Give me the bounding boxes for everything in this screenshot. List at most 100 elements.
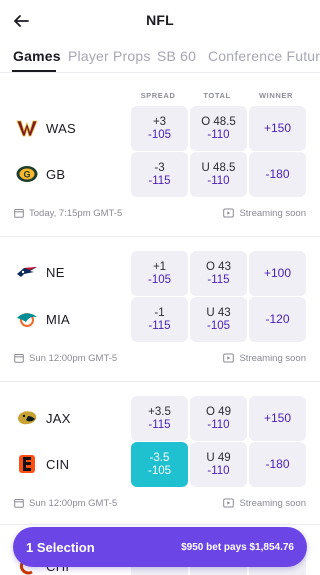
spread-line: +1: [152, 260, 167, 273]
total-button[interactable]: O 43 -115: [190, 251, 247, 296]
total-line: U 49: [206, 451, 231, 464]
moneyline-odds: +100: [263, 266, 292, 280]
bet-slip-bar[interactable]: 1 Selection $950 bet pays $1,854.76: [13, 527, 307, 567]
total-line: O 49: [206, 405, 231, 418]
streaming-status: Streaming soon: [223, 496, 306, 510]
team-row: NE: [16, 262, 65, 282]
total-odds: -110: [207, 418, 230, 431]
total-line: U 43: [206, 306, 231, 319]
spread-odds: -115: [148, 174, 171, 187]
spread-button[interactable]: -3 -115: [131, 152, 188, 197]
total-line: O 48.5: [201, 115, 236, 128]
moneyline-button[interactable]: -180: [249, 442, 306, 487]
total-odds: -110: [207, 174, 230, 187]
spread-odds: -115: [148, 418, 171, 431]
team-name: CIN: [46, 456, 70, 472]
streaming-status: Streaming soon: [223, 351, 306, 365]
game-time-text: Today, 7:15pm GMT-5: [29, 207, 123, 219]
market-column-headers: SPREAD TOTAL WINNER: [130, 91, 310, 101]
spread-button[interactable]: +1 -105: [131, 251, 188, 296]
team-name: JAX: [46, 410, 71, 426]
commanders-logo-icon: [16, 120, 38, 137]
game-time-text: Sun 12:00pm GMT-5: [29, 497, 118, 509]
moneyline-button[interactable]: +150: [249, 106, 306, 151]
total-button[interactable]: U 43 -105: [190, 297, 247, 342]
spread-odds: -105: [147, 273, 172, 286]
total-button[interactable]: O 49 -110: [190, 396, 247, 441]
total-odds: -105: [206, 319, 231, 332]
total-button[interactable]: O 48.5 -110: [190, 106, 247, 151]
team-row: WAS: [16, 118, 76, 138]
total-odds: -115: [207, 273, 230, 286]
total-button[interactable]: U 48.5 -110: [190, 152, 247, 197]
play-screen-icon: [223, 353, 235, 363]
moneyline-odds: -180: [265, 457, 290, 471]
streaming-status: Streaming soon: [223, 206, 306, 220]
spread-odds: -105: [147, 128, 172, 141]
tab-player-props[interactable]: Player Props: [68, 48, 151, 64]
spread-line: +3: [152, 115, 167, 128]
moneyline-button[interactable]: +150: [249, 396, 306, 441]
play-screen-icon: [223, 498, 235, 508]
team-row: JAX: [16, 408, 71, 428]
total-odds: -110: [207, 128, 230, 141]
spread-header: SPREAD: [140, 91, 176, 100]
total-line: O 43: [206, 260, 231, 273]
game-time: Today, 7:15pm GMT-5: [14, 206, 122, 220]
spread-button[interactable]: +3 -105: [131, 106, 188, 151]
tab-sb-60[interactable]: SB 60: [157, 48, 196, 64]
tab-conference-future[interactable]: Conference Future: [208, 48, 320, 64]
team-name: GB: [46, 166, 66, 182]
spread-button-selected[interactable]: -3.5 -105: [131, 442, 188, 487]
moneyline-odds: -180: [265, 167, 290, 181]
team-name: NE: [46, 264, 65, 280]
game-time: Sun 12:00pm GMT-5: [14, 496, 117, 510]
total-header: TOTAL: [203, 91, 231, 100]
game-divider: [0, 381, 320, 382]
bengals-logo-icon: [19, 455, 35, 473]
payout-summary: $950 bet pays $1,854.76: [181, 541, 294, 553]
team-row: G GB: [16, 164, 65, 184]
spread-line: -1: [154, 306, 165, 319]
moneyline-button[interactable]: -180: [249, 152, 306, 197]
spread-odds: -115: [148, 319, 171, 332]
jaguars-logo-icon: [18, 411, 37, 425]
spread-odds: -105: [147, 464, 172, 477]
game-divider: [0, 236, 320, 237]
game-divider: [0, 524, 320, 525]
spread-button[interactable]: +3.5 -115: [131, 396, 188, 441]
team-name: MIA: [46, 311, 71, 327]
team-row: CIN: [16, 454, 69, 474]
page-title: NFL: [146, 12, 174, 28]
total-line: U 48.5: [201, 161, 236, 174]
svg-text:G: G: [23, 170, 30, 180]
spread-button[interactable]: -1 -115: [131, 297, 188, 342]
tabs-divider: [0, 72, 320, 73]
patriots-logo-icon: [17, 267, 37, 277]
streaming-text: Streaming soon: [239, 352, 306, 364]
moneyline-odds: +150: [263, 411, 292, 425]
winner-header: WINNER: [258, 91, 293, 100]
spread-line: -3: [154, 161, 165, 174]
packers-logo-icon: G: [16, 166, 38, 182]
calendar-icon: [14, 209, 24, 218]
play-screen-icon: [223, 208, 235, 218]
game-time-text: Sun 12:00pm GMT-5: [29, 352, 118, 364]
moneyline-button[interactable]: +100: [249, 251, 306, 296]
dolphins-logo-icon: [17, 313, 37, 327]
spread-line: +3.5: [148, 405, 171, 418]
streaming-text: Streaming soon: [239, 497, 306, 509]
top-bar: NFL: [0, 0, 320, 40]
game-time: Sun 12:00pm GMT-5: [14, 351, 117, 365]
tab-games[interactable]: Games: [13, 48, 61, 64]
calendar-icon: [14, 499, 24, 508]
streaming-text: Streaming soon: [239, 207, 306, 219]
moneyline-button[interactable]: -120: [249, 297, 306, 342]
team-name: WAS: [46, 120, 77, 136]
calendar-icon: [14, 354, 24, 363]
moneyline-odds: -120: [265, 312, 290, 326]
total-button[interactable]: U 49 -110: [190, 442, 247, 487]
spread-line: -3.5: [149, 451, 170, 464]
selection-count: 1 Selection: [26, 539, 95, 555]
moneyline-odds: +150: [263, 121, 292, 135]
